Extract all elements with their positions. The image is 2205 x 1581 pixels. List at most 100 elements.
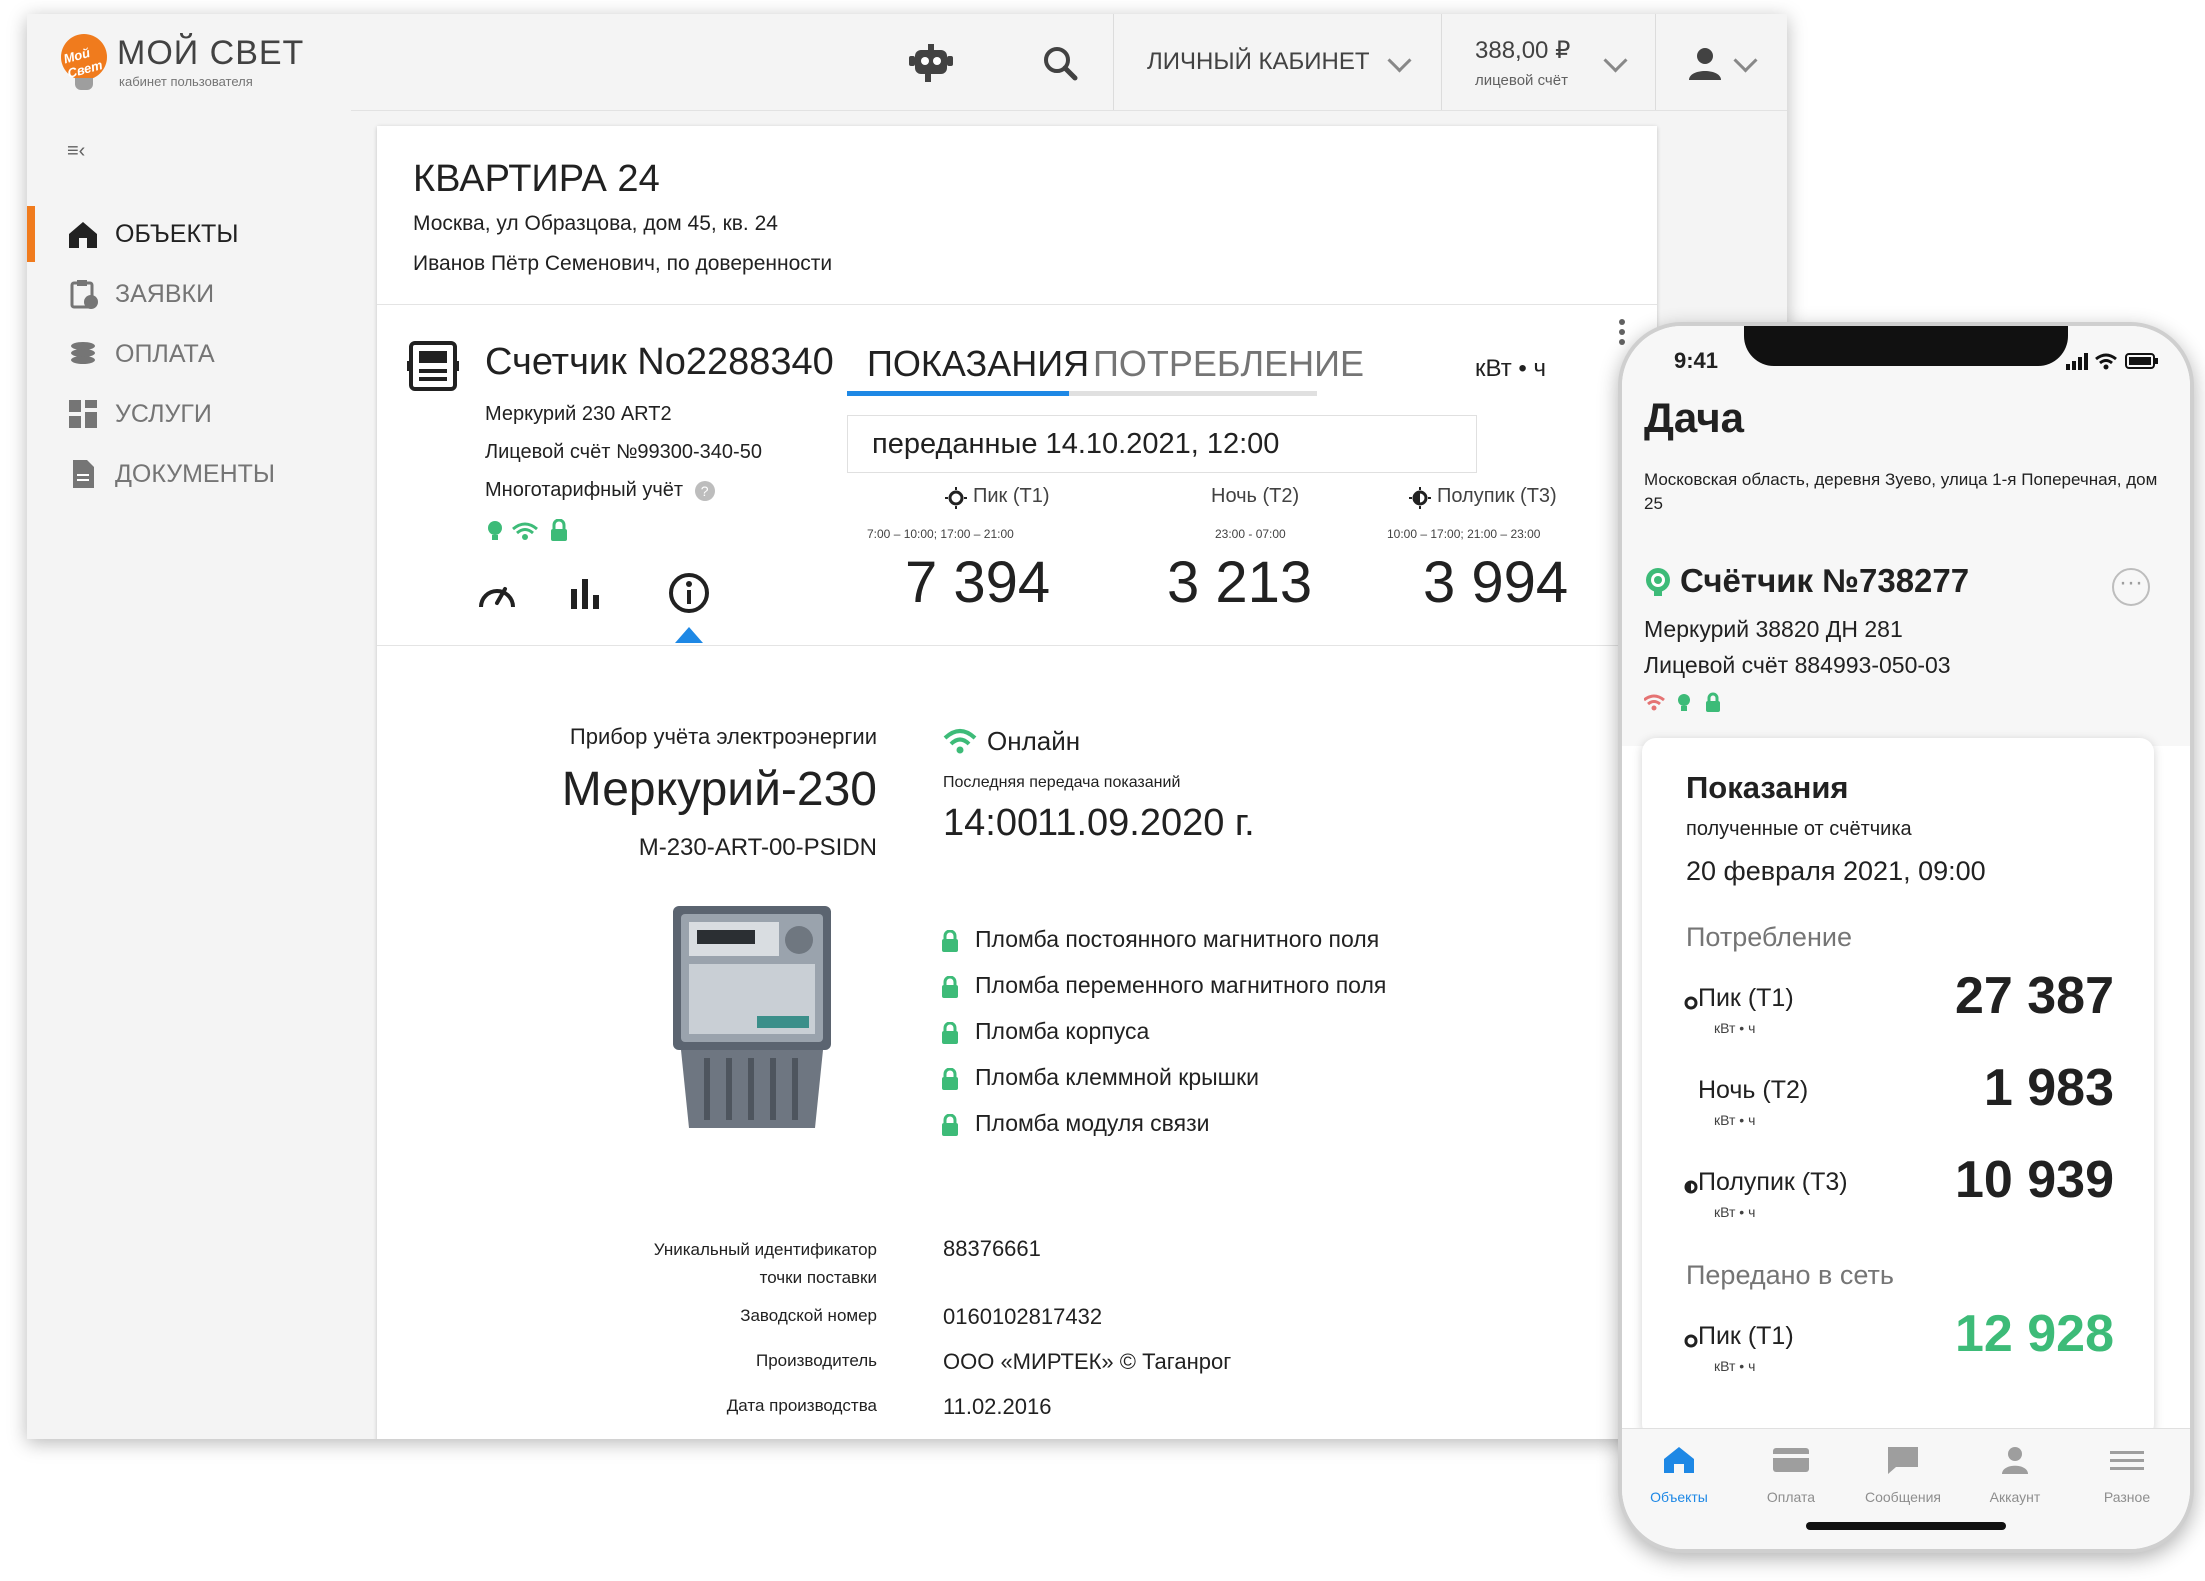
status-time: 9:41 — [1674, 348, 1719, 373]
phone-mockup: 9:41 Дача Московская область, деревня Зу… — [1618, 322, 2194, 1553]
document-icon — [73, 460, 94, 488]
card-subtitle: полученные от счётчика — [1686, 818, 1912, 840]
help-icon[interactable]: ? — [694, 480, 715, 501]
tab-objects[interactable]: Объекты — [1624, 1437, 1734, 1507]
clipboard-icon — [70, 280, 98, 309]
phone-status-icons — [1644, 692, 1720, 712]
meter-icon — [1646, 568, 1670, 596]
grid-value: 12 928 — [1954, 1305, 2114, 1363]
phone-meter-model: Меркурий 38820 ДН 281 — [1644, 616, 1903, 642]
meter-photo — [673, 906, 831, 1128]
collapse-sidebar-icon[interactable]: ≡‹ — [67, 140, 85, 163]
grid-unit: кВт • ч — [1714, 1358, 1756, 1374]
tariff-hours: 23:00 - 07:00 — [1215, 527, 1286, 541]
status-icons — [488, 519, 567, 541]
sidebar-item-requests[interactable]: ЗАЯВКИ — [27, 266, 351, 322]
selected-indicator-icon — [675, 627, 703, 643]
info-icon[interactable] — [667, 571, 711, 615]
tab-label: Разное — [2103, 1489, 2151, 1505]
bulb-logo-icon: Мой Свет — [61, 34, 107, 81]
robot-assistant-icon[interactable] — [907, 42, 955, 86]
consumption-name: Пик (T1) — [1698, 984, 1794, 1012]
tab-label: Сообщения — [1865, 1489, 1941, 1505]
half-sun-icon — [1409, 487, 1431, 509]
sidebar-item-label: УСЛУГИ — [115, 400, 212, 428]
tariff-value: 3 994 — [1423, 550, 1569, 615]
consumption-unit: кВт • ч — [1714, 1112, 1756, 1128]
spec-value: ООО «МИРТЕК» © Таганрог — [943, 1349, 1232, 1374]
device-caption: Прибор учёта электроэнергии — [569, 724, 877, 749]
object-address: Москва, ул Образцова, дом 45, кв. 24 — [413, 212, 778, 235]
spec-label: Дата производства — [726, 1396, 877, 1415]
device-code: M-230-ART-00-PSIDN — [638, 834, 877, 861]
lock-icon — [942, 1068, 958, 1090]
phone-meter-title: Счётчик №738277 — [1680, 562, 1970, 599]
card-title: Показания — [1686, 770, 1849, 805]
sidebar-item-payment[interactable]: ОПЛАТА — [27, 326, 351, 382]
sidebar-item-services[interactable]: УСЛУГИ — [27, 386, 351, 442]
tab-account[interactable]: Аккаунт — [1960, 1437, 2070, 1507]
tab-messages[interactable]: Сообщения — [1848, 1437, 1958, 1507]
seal-label: Пломба постоянного магнитного поля — [975, 926, 1380, 952]
status-bar-icons — [2066, 353, 2158, 370]
balance-label: лицевой счёт — [1475, 72, 1568, 89]
sent-readings-text: переданные 14.10.2021, 12:00 — [872, 428, 1280, 460]
bulb-icon — [488, 521, 502, 540]
multi-tariff-label: Многотарифный учёт ? — [485, 479, 715, 502]
phone-notch — [1744, 326, 2068, 366]
app-subtitle: кабинет пользователя — [119, 74, 253, 89]
tab-consumption[interactable]: ПОТРЕБЛЕНИЕ — [1093, 343, 1364, 385]
sidebar-item-documents[interactable]: ДОКУМЕНТЫ — [27, 446, 351, 502]
tab-readings[interactable]: ПОКАЗАНИЯ — [867, 343, 1089, 385]
spec-label: Производитель — [755, 1351, 877, 1370]
battery-icon — [2125, 353, 2158, 369]
tab-label: Аккаунт — [1989, 1489, 2041, 1505]
search-icon[interactable] — [1037, 42, 1085, 86]
meter-account: Лицевой счёт №99300-340-50 — [485, 441, 762, 463]
meter-block: Счетчик No2288340 Меркурий 230 ART2 Лице… — [377, 304, 1657, 646]
tab-payment[interactable]: Оплата — [1736, 1437, 1846, 1507]
phone-meter-account: Лицевой счёт 884993-050-03 — [1644, 652, 1951, 678]
object-owner: Иванов Пётр Семенович, по доверенности — [413, 252, 833, 275]
object-title: КВАРТИРА 24 — [413, 158, 660, 200]
divider — [1441, 14, 1442, 110]
sidebar-item-label: ОБЪЕКТЫ — [115, 220, 239, 248]
unit-label: кВт • ч — [1475, 355, 1546, 382]
home-icon — [69, 222, 97, 248]
bar-chart-icon[interactable] — [567, 575, 603, 611]
last-transfer-time: 14:00 — [943, 802, 1039, 844]
lock-icon — [942, 1022, 958, 1044]
sidebar-item-label: ОПЛАТА — [115, 340, 215, 368]
user-icon — [1689, 48, 1721, 80]
home-icon — [1664, 1447, 1694, 1473]
coins-icon — [71, 342, 95, 364]
multi-tariff-text: Многотарифный учёт — [485, 479, 684, 501]
more-options-icon[interactable]: ··· — [2112, 568, 2150, 606]
chevron-down-icon — [1387, 48, 1412, 73]
tab-label: Объекты — [1650, 1489, 1708, 1505]
spec-label: Уникальный идентификатор точки поставки — [653, 1240, 877, 1287]
tariff-name: Пик (T1) — [973, 485, 1050, 507]
phone-header — [1622, 326, 2190, 746]
home-indicator — [1806, 1522, 2006, 1530]
grid-title: Передано в сеть — [1686, 1260, 1894, 1290]
menu-icon — [2110, 1451, 2144, 1470]
tariff-name: Ночь (T2) — [1211, 485, 1300, 507]
meter-device-icon — [407, 341, 459, 391]
active-indicator — [27, 206, 35, 262]
tariff-value: 7 394 — [905, 550, 1051, 615]
consumption-name: Полупик (T3) — [1698, 1168, 1848, 1196]
device-details: Прибор учёта электроэнергии Меркурий-230… — [377, 646, 1657, 1439]
grid-name: Пик (T1) — [1698, 1322, 1794, 1350]
bulb-base-icon — [75, 78, 93, 90]
logo-text: Мой Свет — [61, 45, 105, 81]
lock-icon — [942, 930, 958, 952]
gauge-icon[interactable] — [475, 573, 519, 613]
consumption-unit: кВт • ч — [1714, 1020, 1756, 1036]
meter-model: Меркурий 230 ART2 — [485, 403, 672, 425]
seal-label: Пломба переменного магнитного поля — [975, 972, 1387, 998]
last-transfer-label: Последняя передача показаний — [943, 774, 1181, 791]
spec-label: Заводской номер — [740, 1306, 877, 1325]
tab-misc[interactable]: Разное — [2072, 1437, 2182, 1507]
sidebar-item-objects[interactable]: ОБЪЕКТЫ — [27, 206, 351, 262]
